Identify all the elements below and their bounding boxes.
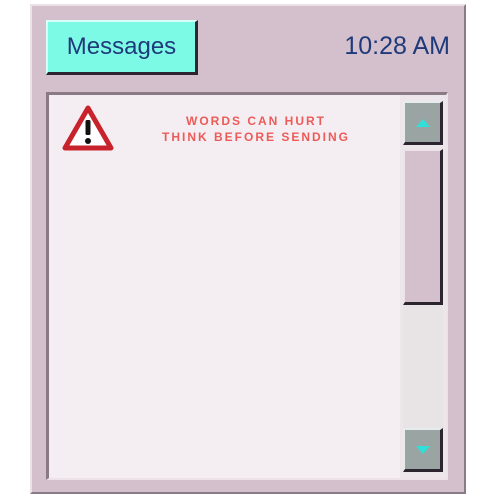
messages-button-label: Messages <box>66 33 177 60</box>
clock: 10:28 AM <box>344 32 450 60</box>
warning-message: WORDS CAN HURT THINK BEFORE SENDING <box>131 113 381 145</box>
message-panel: WORDS CAN HURT THINK BEFORE SENDING <box>46 92 448 480</box>
messages-window: Messages 10:28 AM WORDS CAN HURT THINK B… <box>30 4 466 494</box>
arrow-down-icon <box>415 445 430 454</box>
warning-line-2: THINK BEFORE SENDING <box>161 130 350 144</box>
messages-button[interactable]: Messages <box>46 20 198 75</box>
scroll-up-button[interactable] <box>403 101 443 145</box>
scroll-thumb[interactable] <box>403 149 443 305</box>
scroll-track[interactable] <box>403 305 443 435</box>
vertical-scrollbar[interactable] <box>400 95 446 478</box>
scroll-down-button[interactable] <box>403 428 443 472</box>
warning-triangle-icon <box>62 105 114 151</box>
arrow-up-icon <box>415 118 430 127</box>
warning-line-1: WORDS CAN HURT <box>186 114 326 128</box>
